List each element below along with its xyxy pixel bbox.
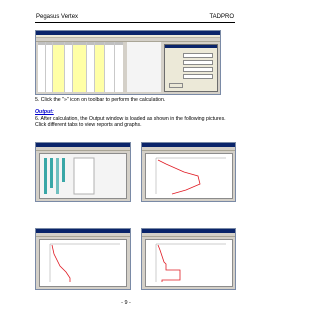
graph-plot-area <box>145 239 233 287</box>
table-highlight-column <box>52 45 64 92</box>
graph-screenshot-1 <box>141 142 236 202</box>
table-divider <box>52 42 53 92</box>
step-6-text: 6. After calculation, the Output window … <box>35 116 226 129</box>
screenshot-toolbar <box>36 147 130 151</box>
graph-curve <box>155 243 226 282</box>
dialog-field[interactable] <box>183 67 213 72</box>
input-window-screenshot <box>35 30 221 95</box>
table-divider <box>114 42 115 92</box>
screenshot-toolbar <box>142 147 235 151</box>
table-divider <box>94 42 95 92</box>
document-header-left: Pegasus Vertex <box>36 14 79 20</box>
graph-curve <box>155 157 226 195</box>
input-data-table <box>38 42 123 92</box>
output-panel <box>39 153 127 199</box>
graph-curve <box>49 243 120 282</box>
table-divider <box>45 42 46 92</box>
screenshot-toolbar <box>142 233 235 237</box>
well-string-bars <box>44 157 95 195</box>
screenshot-toolbar <box>36 233 130 237</box>
table-highlight-column <box>94 45 104 92</box>
output-heading: Output: <box>35 109 54 115</box>
document-header-right: TADPRO <box>209 14 234 20</box>
table-highlight-column <box>72 45 86 92</box>
dialog-field[interactable] <box>183 74 213 79</box>
table-divider <box>64 42 65 92</box>
output-tab-screenshot <box>35 142 131 202</box>
dialog-titlebar <box>165 45 217 48</box>
header-rule <box>35 22 235 23</box>
graph-screenshot-2 <box>35 228 131 290</box>
side-panel <box>127 42 161 92</box>
dialog-field[interactable] <box>183 53 213 58</box>
table-divider <box>86 42 87 92</box>
settings-dialog <box>164 44 218 92</box>
graph-plot-area <box>145 153 233 199</box>
table-divider <box>72 42 73 92</box>
graph-screenshot-3 <box>141 228 236 290</box>
table-divider <box>104 42 105 92</box>
page-number: - 9 - <box>121 300 131 306</box>
dialog-ok-button[interactable] <box>169 83 183 88</box>
graph-plot-area <box>39 239 127 287</box>
step-5-text: 5. Click the "»" icon on toolbar to perf… <box>35 97 166 103</box>
dialog-field[interactable] <box>183 60 213 65</box>
